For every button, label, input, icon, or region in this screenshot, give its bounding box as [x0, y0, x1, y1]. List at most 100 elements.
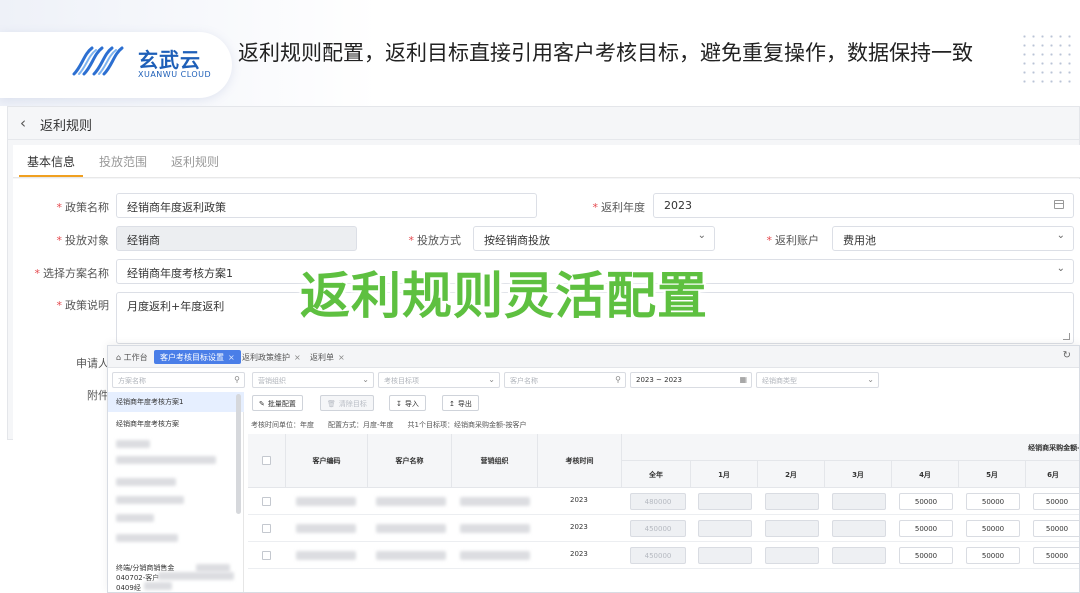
active-tab-indicator	[19, 175, 83, 177]
trash-icon: 🗑	[327, 400, 336, 408]
home-icon: ⌂	[116, 353, 122, 362]
select-all-checkbox[interactable]	[262, 456, 271, 465]
description-label: * 政策说明	[56, 299, 110, 312]
method-select[interactable]: 按经销商投放 ⌄	[473, 226, 715, 251]
method-label: * 投放方式	[408, 234, 462, 247]
page-title: 返利规则	[40, 119, 93, 134]
col-header-customer-name: 客户名称	[368, 434, 452, 488]
col-header-month: 5月	[959, 461, 1026, 488]
account-select[interactable]: 费用池 ⌄	[832, 226, 1074, 251]
tab-workbench[interactable]: ⌂ 工作台	[110, 350, 154, 364]
col-header-month: 全年	[622, 461, 691, 488]
row-checkbox[interactable]	[262, 497, 271, 506]
row-checkbox[interactable]	[262, 551, 271, 560]
tab-target-settings[interactable]: 客户考核目标设置 ×	[154, 350, 241, 364]
tab-basic-info[interactable]: 基本信息	[27, 153, 75, 170]
policy-name-label: * 政策名称	[56, 201, 110, 214]
clear-target-button[interactable]: 🗑 清除目标	[320, 395, 374, 411]
scheme-name-search[interactable]: 方案名称 ⚲	[112, 372, 245, 388]
search-icon: ⚲	[615, 375, 621, 384]
blurred-item	[116, 514, 154, 522]
blurred-item	[116, 496, 184, 504]
tab-rebate-rules[interactable]: 返利规则	[171, 153, 219, 170]
chevron-down-icon: ⌄	[362, 375, 369, 384]
close-icon[interactable]: ×	[338, 353, 345, 362]
month-input-3	[832, 547, 886, 564]
month-input-6[interactable]: 50000	[1033, 493, 1079, 510]
blurred-cell	[376, 551, 446, 560]
close-icon[interactable]: ×	[294, 353, 301, 362]
blurred-item	[158, 572, 234, 580]
blurred-item	[116, 534, 178, 542]
month-input-5[interactable]: 50000	[966, 520, 1020, 537]
blurred-cell	[460, 551, 530, 560]
policy-name-input[interactable]: 经销商年度返利政策	[116, 193, 537, 218]
overlay-caption: 返利规则灵活配置	[300, 267, 708, 325]
month-input-3	[832, 493, 886, 510]
list-item[interactable]: 经销商年度考核方案	[108, 414, 244, 434]
xuanwu-logo-icon	[72, 46, 124, 76]
logo-subtext: XUANWU CLOUD	[138, 70, 212, 79]
blurred-cell	[376, 497, 446, 506]
month-input-2	[765, 493, 819, 510]
resize-handle-icon[interactable]	[1063, 333, 1070, 340]
period-cell: 2023	[570, 523, 588, 531]
list-item[interactable]: 经销商年度考核方案1	[108, 392, 244, 412]
tab-rebate-doc[interactable]: 返利单 ×	[304, 350, 351, 364]
month-input-1	[698, 520, 752, 537]
month-input-4[interactable]: 50000	[899, 547, 953, 564]
tab-policy-maintenance[interactable]: 返利政策维护 ×	[236, 350, 307, 364]
target-item-select[interactable]: 考核目标项 ⌄	[378, 372, 500, 388]
export-icon: ↥	[449, 400, 455, 408]
month-input-5[interactable]: 50000	[966, 493, 1020, 510]
month-input-4[interactable]: 50000	[899, 493, 953, 510]
scrollbar[interactable]	[236, 394, 241, 514]
month-input-2	[765, 520, 819, 537]
blurred-item	[116, 440, 150, 448]
blurred-item	[116, 456, 216, 464]
full-year-input: 450000	[630, 547, 686, 564]
chevron-down-icon: ⌄	[1056, 263, 1065, 274]
export-button[interactable]: ↥ 导出	[442, 395, 479, 411]
import-button[interactable]: ↧ 导入	[389, 395, 426, 411]
customer-name-search[interactable]: 客户名称 ⚲	[504, 372, 626, 388]
col-header-month: 4月	[892, 461, 959, 488]
chevron-down-icon: ⌄	[488, 375, 495, 384]
top-banner: 玄武云 XUANWU CLOUD 返利规则配置，返利目标直接引用客户考核目标，避…	[0, 0, 1080, 106]
target-label: * 投放对象	[56, 234, 110, 247]
search-icon: ⚲	[234, 375, 240, 384]
batch-config-button[interactable]: ✎ 批量配置	[252, 395, 303, 411]
month-input-6[interactable]: 50000	[1033, 520, 1079, 537]
inset-tab-bar: ⌂ 工作台 客户考核目标设置 × 返利政策维护 × 返利单 × ↻	[108, 346, 1079, 368]
row-checkbox[interactable]	[262, 524, 271, 533]
refresh-icon[interactable]: ↻	[1063, 350, 1071, 361]
applicant-label: 申请人	[76, 357, 109, 370]
back-arrow-icon[interactable]: ‹	[20, 114, 26, 132]
decorative-dots	[1020, 32, 1076, 84]
org-select[interactable]: 营销组织 ⌄	[252, 372, 374, 388]
col-header-month: 2月	[758, 461, 825, 488]
dealer-type-select[interactable]: 经销商类型 ⌄	[756, 372, 879, 388]
blurred-cell	[376, 524, 446, 533]
month-input-4[interactable]: 50000	[899, 520, 953, 537]
month-input-5[interactable]: 50000	[966, 547, 1020, 564]
chevron-down-icon: ⌄	[867, 375, 874, 384]
table-row: 2023 450000 50000 50000 50000	[248, 515, 1079, 542]
month-input-6[interactable]: 50000	[1033, 547, 1079, 564]
chevron-down-icon: ⌄	[1056, 230, 1065, 241]
target-field: 经销商	[116, 226, 357, 251]
logo-text: 玄武云	[138, 48, 201, 72]
table-row: 2023 450000 50000 50000 50000	[248, 542, 1079, 569]
attachment-label: 附件	[87, 389, 109, 402]
banner-headline: 返利规则配置，返利目标直接引用客户考核目标，避免重复操作，数据保持一致	[238, 41, 973, 65]
date-range-picker[interactable]: 2023 ~ 2023 ▦	[630, 372, 752, 388]
col-header-customer-code: 客户编码	[286, 434, 368, 488]
edit-icon: ✎	[259, 400, 265, 408]
target-settings-screenshot: ⌂ 工作台 客户考核目标设置 × 返利政策维护 × 返利单 × ↻ 方案名称 ⚲ 营销组…	[107, 345, 1080, 593]
import-icon: ↧	[396, 400, 402, 408]
close-icon[interactable]: ×	[228, 353, 235, 362]
col-group-header: 经销商采购金额-	[622, 434, 1079, 461]
tab-scope[interactable]: 投放范围	[99, 153, 147, 170]
blurred-item	[116, 478, 176, 486]
rebate-year-picker[interactable]: 2023	[653, 193, 1074, 218]
